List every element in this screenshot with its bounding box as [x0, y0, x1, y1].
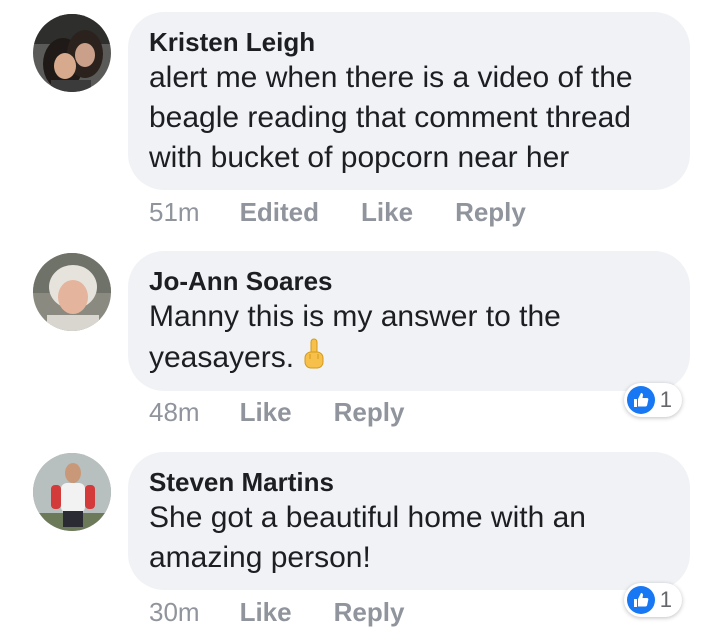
- avatar-steven-martins: [33, 453, 111, 531]
- comment-timestamp[interactable]: 30m: [149, 596, 200, 628]
- comment-bubble: Jo-Ann Soares Manny this is my answer to…: [128, 251, 690, 391]
- reply-button[interactable]: Reply: [334, 396, 405, 428]
- avatar-kristen-leigh: [33, 14, 111, 92]
- like-button[interactable]: Like: [361, 196, 413, 228]
- avatar[interactable]: [33, 14, 111, 92]
- comment-text: Manny this is my answer to the yeasayers…: [149, 297, 668, 382]
- like-button[interactable]: Like: [240, 596, 292, 628]
- edited-label[interactable]: Edited: [240, 196, 319, 228]
- comment-actions: 51m Edited Like Reply: [149, 196, 568, 228]
- reactions-badge[interactable]: 1: [623, 383, 682, 417]
- comment-bubble: Kristen Leigh alert me when there is a v…: [128, 12, 690, 190]
- comment-line: yeasayers.: [149, 341, 295, 374]
- comment-author[interactable]: Jo-Ann Soares: [149, 265, 668, 297]
- avatar[interactable]: [33, 253, 111, 331]
- comment-line: She got a beautiful home with an: [149, 501, 586, 534]
- comment-line: amazing person!: [149, 541, 371, 574]
- comment-timestamp[interactable]: 51m: [149, 196, 200, 228]
- comment-text: alert me when there is a video of the be…: [149, 58, 668, 178]
- reactions-badge[interactable]: 1: [623, 583, 682, 617]
- comment-line: Manny this is my answer to the: [149, 300, 561, 333]
- comment-bubble: Steven Martins She got a beautiful home …: [128, 452, 690, 590]
- comment-timestamp[interactable]: 48m: [149, 396, 200, 428]
- comment-line-with-emoji: yeasayers.: [149, 337, 668, 382]
- like-button[interactable]: Like: [240, 396, 292, 428]
- comment-line: with bucket of popcorn near her: [149, 141, 570, 174]
- comment-actions: 30m Like Reply: [149, 596, 446, 628]
- comment-line: alert me when there is a video of the: [149, 61, 633, 94]
- reply-button[interactable]: Reply: [455, 196, 526, 228]
- middle-finger-emoji-icon: [302, 337, 326, 382]
- comment-text: She got a beautiful home with an amazing…: [149, 498, 668, 578]
- reaction-count: 1: [659, 587, 672, 612]
- thumbs-up-icon: [626, 386, 655, 414]
- comment-line: beagle reading that comment thread: [149, 101, 631, 134]
- avatar[interactable]: [33, 453, 111, 531]
- reaction-count: 1: [659, 387, 672, 412]
- comment-author[interactable]: Kristen Leigh: [149, 26, 668, 58]
- comment-author[interactable]: Steven Martins: [149, 466, 668, 498]
- reply-button[interactable]: Reply: [334, 596, 405, 628]
- thumbs-up-icon: [626, 586, 655, 614]
- comment-actions: 48m Like Reply: [149, 396, 446, 428]
- avatar-jo-ann-soares: [33, 253, 111, 331]
